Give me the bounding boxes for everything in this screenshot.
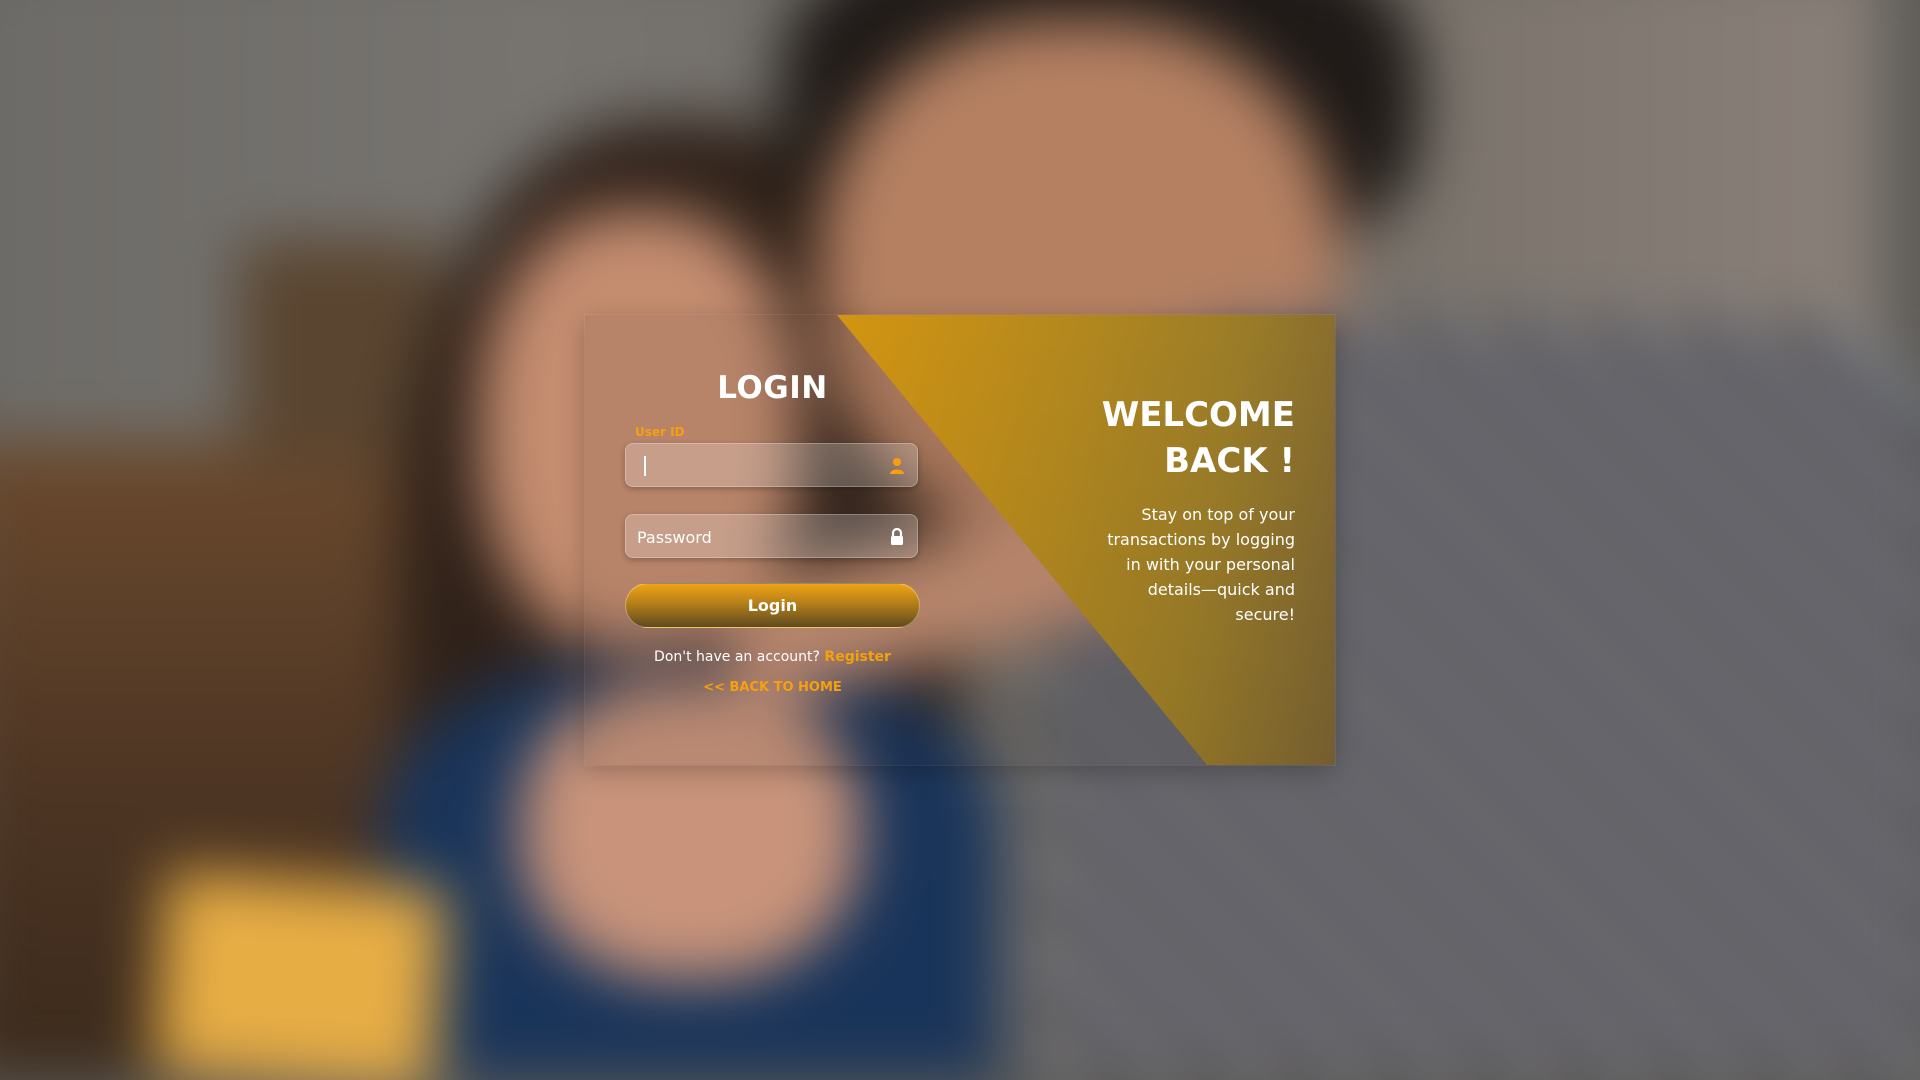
welcome-title-line1: WELCOME — [1101, 395, 1295, 435]
welcome-title: WELCOME BACK ! — [1035, 392, 1295, 484]
login-title: LOGIN — [717, 370, 828, 406]
userid-input[interactable] — [635, 444, 879, 488]
user-icon — [890, 458, 904, 474]
login-panel: LOGIN User ID Login Don't have an accoun… — [585, 315, 1335, 765]
login-button[interactable]: Login — [625, 583, 920, 628]
text-caret — [644, 456, 646, 476]
password-input[interactable] — [635, 515, 879, 559]
userid-field[interactable] — [625, 443, 918, 488]
register-prompt-line: Don't have an account? Register — [585, 649, 960, 665]
password-field[interactable] — [625, 514, 918, 559]
register-link[interactable]: Register — [824, 649, 891, 665]
welcome-description: Stay on top of your transactions by logg… — [1107, 505, 1295, 624]
back-to-home-link[interactable]: << BACK TO HOME — [585, 680, 960, 695]
userid-label: User ID — [635, 425, 685, 439]
welcome-title-line2: BACK ! — [1164, 441, 1295, 481]
lock-icon — [891, 527, 903, 545]
register-prompt: Don't have an account? — [654, 649, 820, 665]
